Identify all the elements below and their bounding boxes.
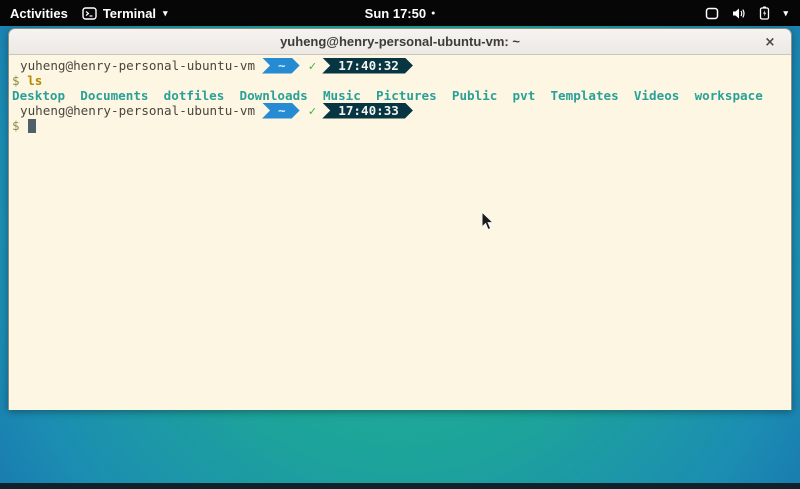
window-title: yuheng@henry-personal-ubuntu-vm: ~ bbox=[280, 34, 520, 49]
clock-button[interactable]: Sun 17:50 ● bbox=[365, 6, 436, 21]
directory-item: Music bbox=[323, 88, 361, 103]
prompt-user: yuheng@henry-personal-ubuntu-vm bbox=[12, 103, 255, 118]
wallpaper-bottom-strip bbox=[0, 483, 800, 489]
battery-charging-icon bbox=[758, 6, 771, 20]
prompt-line-1: yuheng@henry-personal-ubuntu-vm ~ ✓ 17:4… bbox=[12, 58, 788, 73]
activities-button[interactable]: Activities bbox=[10, 6, 68, 21]
directory-item: Videos bbox=[634, 88, 680, 103]
terminal-content[interactable]: yuheng@henry-personal-ubuntu-vm ~ ✓ 17:4… bbox=[9, 55, 791, 410]
ls-output-line: Desktop Documents dotfiles Downloads Mus… bbox=[12, 88, 788, 103]
input-line: $ bbox=[12, 118, 788, 133]
directory-item: Public bbox=[452, 88, 498, 103]
text-cursor bbox=[28, 119, 36, 133]
chevron-down-icon: ▾ bbox=[163, 8, 168, 19]
prompt-path-segment: ~ bbox=[262, 103, 300, 119]
app-menu-label: Terminal bbox=[103, 6, 156, 21]
prompt-line-2: yuheng@henry-personal-ubuntu-vm ~ ✓ 17:4… bbox=[12, 103, 788, 118]
directory-item: Pictures bbox=[376, 88, 437, 103]
directory-item: Desktop bbox=[12, 88, 65, 103]
close-button[interactable]: × bbox=[761, 33, 779, 51]
terminal-icon bbox=[82, 7, 97, 20]
directory-item: Documents bbox=[80, 88, 148, 103]
command-line: $ ls bbox=[12, 73, 788, 88]
clock-label: Sun 17:50 bbox=[365, 6, 426, 21]
chevron-down-icon: ▾ bbox=[783, 8, 788, 19]
directory-item: pvt bbox=[513, 88, 536, 103]
prompt-symbol: $ bbox=[12, 118, 20, 133]
system-menu[interactable]: ▾ bbox=[705, 6, 800, 20]
display-icon bbox=[705, 7, 719, 20]
prompt-status-check: ✓ bbox=[309, 58, 317, 73]
prompt-time-segment: 17:40:32 bbox=[322, 58, 413, 74]
command-text: ls bbox=[27, 73, 42, 88]
app-menu-terminal[interactable]: Terminal ▾ bbox=[82, 6, 168, 21]
directory-item: dotfiles bbox=[164, 88, 225, 103]
prompt-symbol: $ bbox=[12, 73, 20, 88]
directory-list: Desktop Documents dotfiles Downloads Mus… bbox=[12, 88, 763, 103]
directory-item: Templates bbox=[550, 88, 618, 103]
top-bar: Activities Terminal ▾ Sun 17:50 ● bbox=[0, 0, 800, 26]
volume-icon bbox=[731, 7, 746, 20]
window-titlebar[interactable]: yuheng@henry-personal-ubuntu-vm: ~ × bbox=[9, 29, 791, 55]
prompt-path-segment: ~ bbox=[262, 58, 300, 74]
directory-item: Downloads bbox=[240, 88, 308, 103]
mouse-pointer-icon bbox=[481, 211, 494, 236]
prompt-user: yuheng@henry-personal-ubuntu-vm bbox=[12, 58, 255, 73]
desktop: Activities Terminal ▾ Sun 17:50 ● bbox=[0, 0, 800, 489]
terminal-window: yuheng@henry-personal-ubuntu-vm: ~ × yuh… bbox=[8, 28, 792, 410]
prompt-status-check: ✓ bbox=[309, 103, 317, 118]
notification-dot: ● bbox=[431, 10, 435, 17]
directory-item: workspace bbox=[695, 88, 763, 103]
prompt-time-segment: 17:40:33 bbox=[322, 103, 413, 119]
